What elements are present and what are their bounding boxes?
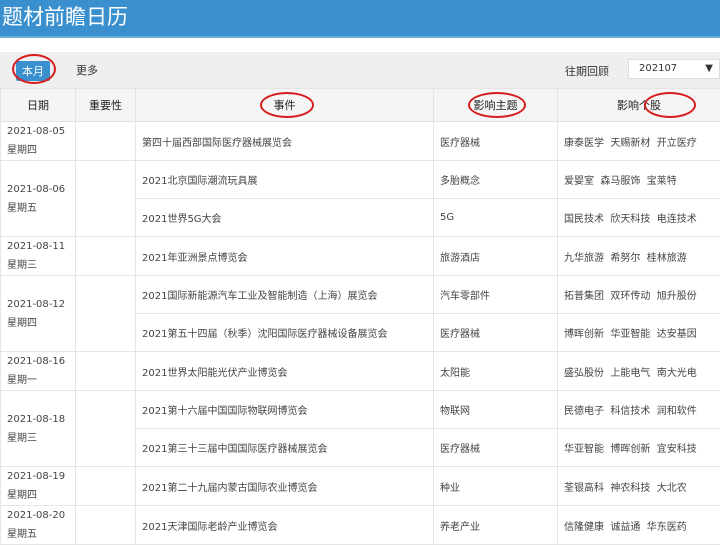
date-cell: 2021-08-19星期四 xyxy=(1,467,76,506)
importance-cell xyxy=(76,161,136,237)
table-row: 2021-08-18星期三2021第十六届中国国际物联网博览会物联网民德电子 科… xyxy=(1,391,720,429)
theme-cell[interactable]: 汽车零部件 xyxy=(434,276,558,314)
stocks-cell[interactable]: 民德电子 科信技术 润和软件 xyxy=(558,391,720,429)
col-date: 日期 xyxy=(1,89,76,122)
theme-cell[interactable]: 多胎概念 xyxy=(434,161,558,199)
importance-cell xyxy=(76,467,136,506)
theme-cell[interactable]: 医疗器械 xyxy=(434,429,558,467)
theme-cell[interactable]: 太阳能 xyxy=(434,352,558,391)
stocks-cell[interactable]: 华亚智能 博晖创新 宜安科技 xyxy=(558,429,720,467)
event-cell[interactable]: 2021年亚洲景点博览会 xyxy=(136,237,434,276)
date: 2021-08-18 xyxy=(7,410,69,429)
calendar-table: 日期 重要性 事件 影响主题 影响个股 2021-08-05星期四第四十届西部国… xyxy=(0,88,720,545)
importance-cell xyxy=(76,122,136,161)
weekday: 星期四 xyxy=(7,486,69,505)
table-row: 2021-08-06星期五2021北京国际潮流玩具展多胎概念爱婴室 森马服饰 宝… xyxy=(1,161,720,199)
stocks-cell[interactable]: 爱婴室 森马服饰 宝莱特 xyxy=(558,161,720,199)
date-cell: 2021-08-12星期四 xyxy=(1,276,76,352)
history-select[interactable]: 202107 ▼ xyxy=(628,59,720,79)
event-cell[interactable]: 2021第五十四届（秋季）沈阳国际医疗器械设备展览会 xyxy=(136,314,434,352)
date: 2021-08-11 xyxy=(7,237,69,256)
table-row: 2021-08-11星期三 2021年亚洲景点博览会旅游酒店九华旅游 希努尔 桂林… xyxy=(1,237,720,276)
weekday: 星期一 xyxy=(7,371,69,390)
date-cell: 2021-08-20星期五 xyxy=(1,506,76,545)
tab-more[interactable]: 更多 xyxy=(76,62,98,78)
stocks-cell[interactable]: 盛弘股份 上能电气 南大光电 xyxy=(558,352,720,391)
event-cell[interactable]: 2021北京国际潮流玩具展 xyxy=(136,161,434,199)
table-row: 2021-08-05星期四 第四十届西部国际医疗器械展览会医疗器械康泰医学 天赐新… xyxy=(1,122,720,161)
date-cell: 2021-08-18星期三 xyxy=(1,391,76,467)
date: 2021-08-20 xyxy=(7,506,69,525)
event-cell[interactable]: 2021第二十九届内蒙古国际农业博览会 xyxy=(136,467,434,506)
stocks-cell[interactable]: 国民技术 欣天科技 电连技术 xyxy=(558,199,720,237)
date-cell: 2021-08-16星期一 xyxy=(1,352,76,391)
weekday: 星期四 xyxy=(7,314,69,333)
weekday: 星期三 xyxy=(7,429,69,448)
stocks-cell[interactable]: 九华旅游 希努尔 桂林旅游 xyxy=(558,237,720,276)
event-cell[interactable]: 第四十届西部国际医疗器械展览会 xyxy=(136,122,434,161)
date-cell: 2021-08-11星期三 xyxy=(1,237,76,276)
stocks-cell[interactable]: 拓普集团 双环传动 旭升股份 xyxy=(558,276,720,314)
weekday: 星期四 xyxy=(7,141,69,160)
event-cell[interactable]: 2021天津国际老龄产业博览会 xyxy=(136,506,434,545)
date: 2021-08-05 xyxy=(7,122,69,141)
theme-cell[interactable]: 医疗器械 xyxy=(434,122,558,161)
col-theme: 影响主题 xyxy=(434,89,558,122)
weekday: 星期五 xyxy=(7,525,69,544)
importance-cell xyxy=(76,391,136,467)
toolbar: 本月 更多 往期回顾 202107▼ xyxy=(0,52,720,88)
col-importance: 重要性 xyxy=(76,89,136,122)
stocks-cell[interactable]: 信隆健康 诚益通 华东医药 xyxy=(558,506,720,545)
date: 2021-08-19 xyxy=(7,467,69,486)
table-row: 2021-08-12星期四2021国际新能源汽车工业及智能制造（上海）展览会汽车… xyxy=(1,276,720,314)
date: 2021-08-06 xyxy=(7,180,69,199)
importance-cell xyxy=(76,352,136,391)
date: 2021-08-12 xyxy=(7,295,69,314)
theme-cell[interactable]: 5G xyxy=(434,199,558,237)
event-cell[interactable]: 2021第三十三届中国国际医疗器械展览会 xyxy=(136,429,434,467)
date-cell: 2021-08-05星期四 xyxy=(1,122,76,161)
page-title: 题材前瞻日历 xyxy=(0,0,720,38)
history-value: 202107 xyxy=(639,63,677,74)
importance-cell xyxy=(76,506,136,545)
stocks-cell[interactable]: 康泰医学 天赐新材 开立医疗 xyxy=(558,122,720,161)
event-cell[interactable]: 2021国际新能源汽车工业及智能制造（上海）展览会 xyxy=(136,276,434,314)
weekday: 星期三 xyxy=(7,256,69,275)
date: 2021-08-16 xyxy=(7,352,69,371)
theme-cell[interactable]: 旅游酒店 xyxy=(434,237,558,276)
importance-cell xyxy=(76,237,136,276)
table-row: 2021-08-19星期四 2021第二十九届内蒙古国际农业博览会种业荃银高科 神… xyxy=(1,467,720,506)
chevron-down-icon: ▼ xyxy=(705,60,713,78)
theme-cell[interactable]: 医疗器械 xyxy=(434,314,558,352)
theme-cell[interactable]: 物联网 xyxy=(434,391,558,429)
theme-cell[interactable]: 养老产业 xyxy=(434,506,558,545)
table-row: 2021-08-16星期一 2021世界太阳能光伏产业博览会太阳能盛弘股份 上能电… xyxy=(1,352,720,391)
col-stocks: 影响个股 xyxy=(558,89,720,122)
stocks-cell[interactable]: 博晖创新 华亚智能 达安基因 xyxy=(558,314,720,352)
event-cell[interactable]: 2021世界太阳能光伏产业博览会 xyxy=(136,352,434,391)
col-event: 事件 xyxy=(136,89,434,122)
importance-cell xyxy=(76,276,136,352)
history-label: 往期回顾 xyxy=(565,63,609,79)
date-cell: 2021-08-06星期五 xyxy=(1,161,76,237)
event-cell[interactable]: 2021第十六届中国国际物联网博览会 xyxy=(136,391,434,429)
event-cell[interactable]: 2021世界5G大会 xyxy=(136,199,434,237)
theme-cell[interactable]: 种业 xyxy=(434,467,558,506)
weekday: 星期五 xyxy=(7,199,69,218)
table-row: 2021-08-20星期五 2021天津国际老龄产业博览会养老产业信隆健康 诚益通… xyxy=(1,506,720,545)
annotation-circle xyxy=(12,54,56,84)
stocks-cell[interactable]: 荃银高科 神农科技 大北农 xyxy=(558,467,720,506)
